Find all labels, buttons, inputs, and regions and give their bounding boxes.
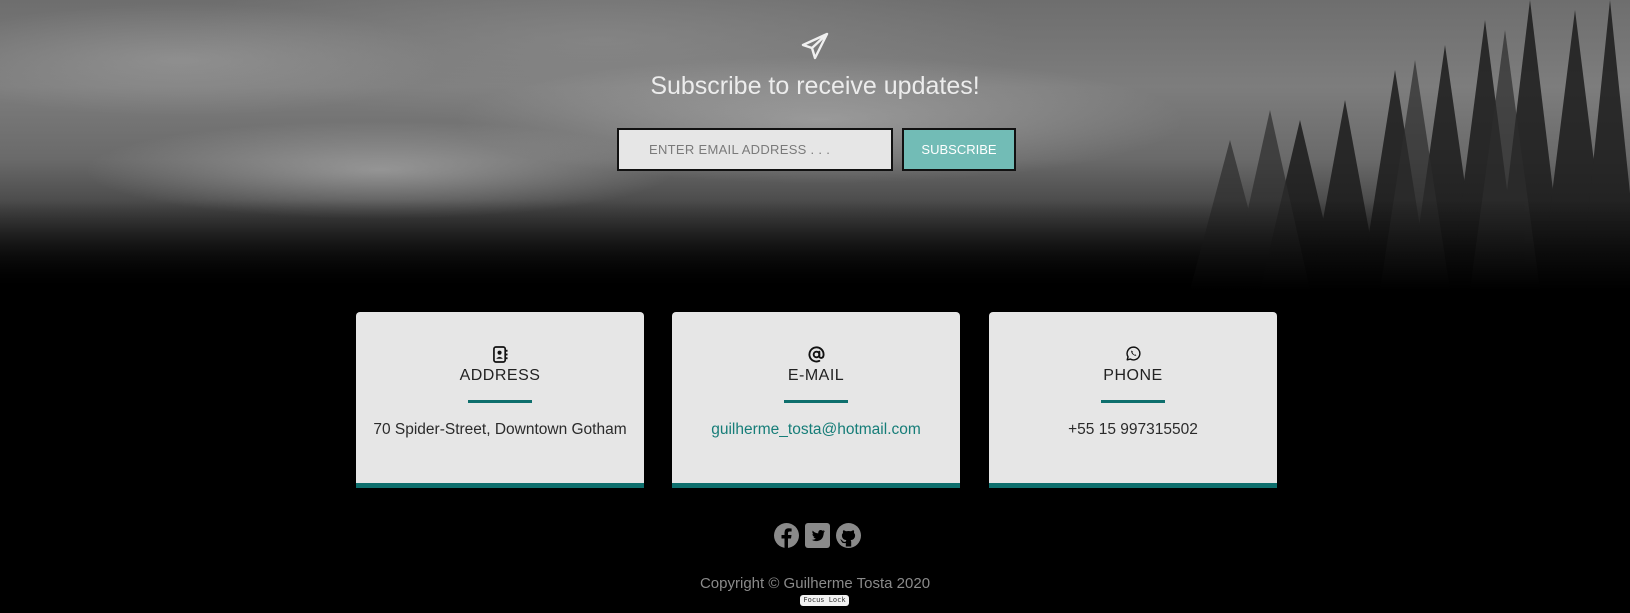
subscribe-button[interactable]: SUBSCRIBE <box>902 128 1016 171</box>
email-input[interactable] <box>617 128 893 171</box>
subscribe-title: Subscribe to receive updates! <box>650 72 980 100</box>
email-value-wrapper: guilherme_tosta@hotmail.com <box>672 421 960 439</box>
github-icon[interactable] <box>836 523 861 548</box>
whatsapp-icon <box>989 346 1277 364</box>
twitter-icon[interactable] <box>805 523 830 548</box>
phone-heading: PHONE <box>1103 367 1163 384</box>
facebook-icon[interactable] <box>774 523 799 548</box>
card-divider <box>784 400 848 403</box>
address-book-icon <box>356 346 644 364</box>
phone-card: PHONE +55 15 997315502 <box>989 312 1277 488</box>
address-value: 70 Spider-Street, Downtown Gotham <box>373 421 627 438</box>
card-divider <box>1101 400 1165 403</box>
social-links <box>774 523 861 548</box>
focus-lock-badge: Focus Lock <box>800 595 849 606</box>
email-heading: E-MAIL <box>787 367 845 384</box>
card-divider <box>468 400 532 403</box>
paper-plane-icon <box>801 32 829 60</box>
address-card: ADDRESS 70 Spider-Street, Downtown Gotha… <box>356 312 644 488</box>
phone-value: +55 15 997315502 <box>1068 421 1198 438</box>
copyright-text: Copyright © Guilherme Tosta 2020 <box>699 575 931 592</box>
email-card: E-MAIL guilherme_tosta@hotmail.com <box>672 312 960 488</box>
email-link[interactable]: guilherme_tosta@hotmail.com <box>711 421 921 438</box>
subscribe-section: Subscribe to receive updates! SUBSCRIBE <box>0 0 1630 290</box>
forest-background <box>1190 0 1630 290</box>
at-sign-icon <box>672 346 960 364</box>
address-heading: ADDRESS <box>459 367 541 384</box>
